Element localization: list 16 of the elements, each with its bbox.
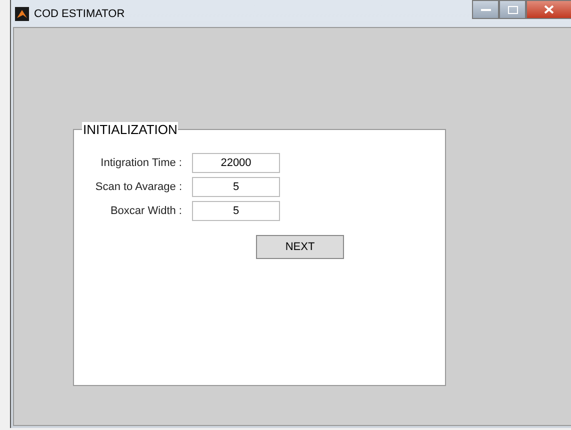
input-field[interactable]: 22000 xyxy=(192,153,280,173)
field-label: Boxcar Width : xyxy=(109,205,182,217)
field-label: Intigration Time : xyxy=(100,157,182,169)
minimize-icon xyxy=(480,8,490,12)
minimize-button[interactable] xyxy=(472,0,499,19)
close-button[interactable] xyxy=(526,0,571,19)
input-field[interactable]: 5 xyxy=(192,201,280,221)
maximize-button[interactable] xyxy=(499,0,526,19)
flame-icon xyxy=(15,6,29,20)
field-label: Scan to Avarage : xyxy=(94,181,182,193)
close-icon xyxy=(544,5,554,14)
input-field[interactable]: 5 xyxy=(192,177,280,197)
panel-title: INITIALIZATION xyxy=(82,122,178,137)
window-title: COD ESTIMATOR xyxy=(34,8,125,20)
maximize-icon xyxy=(508,6,518,14)
next-button[interactable]: NEXT xyxy=(256,235,344,259)
